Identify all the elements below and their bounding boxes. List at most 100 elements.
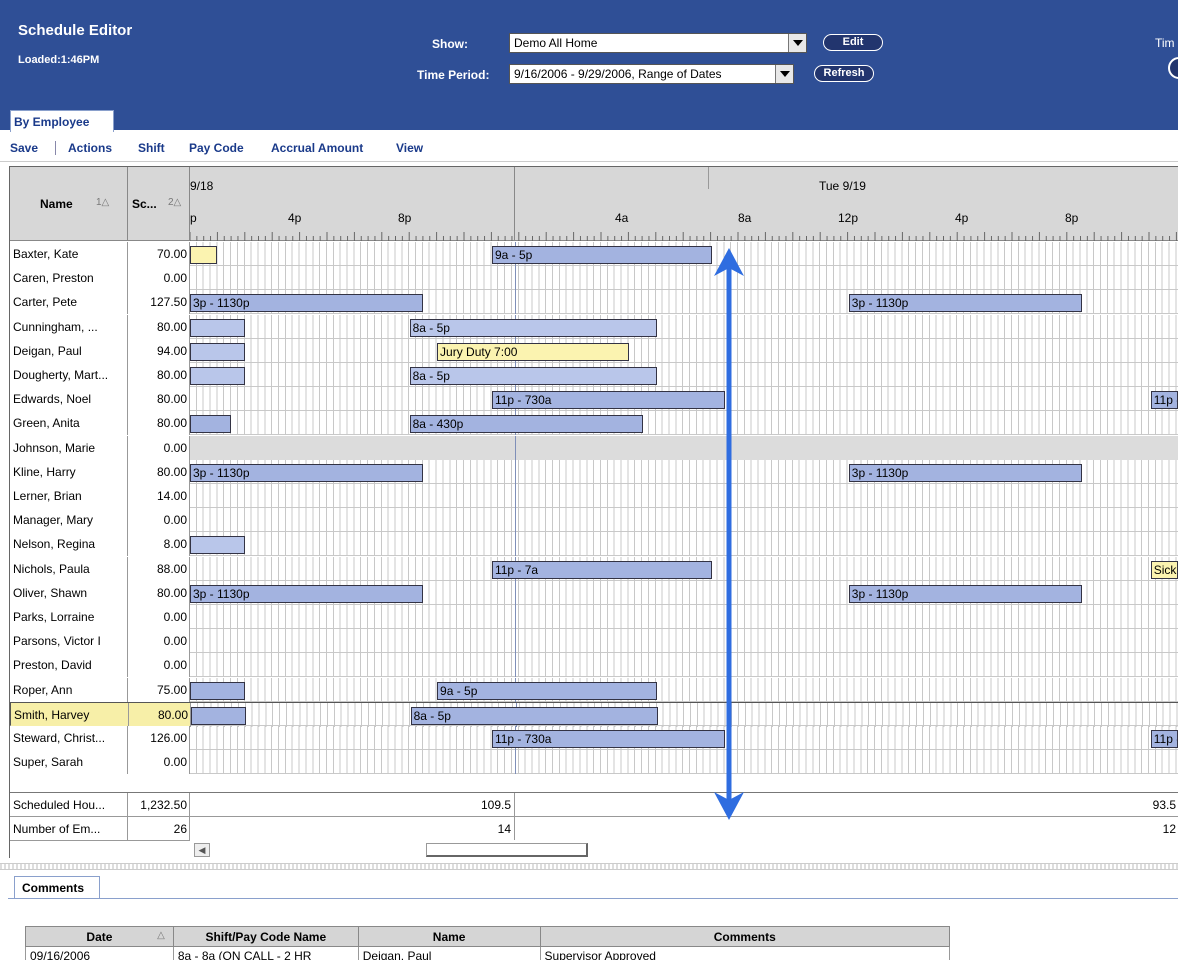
show-select[interactable]: Demo All Home (509, 33, 807, 53)
employee-name[interactable]: Steward, Christ... (10, 726, 128, 750)
employee-name[interactable]: Green, Anita (10, 411, 128, 436)
shift-bar[interactable] (190, 415, 232, 434)
timeline-cell[interactable]: 9a - 5p (190, 677, 1178, 702)
shift-bar[interactable]: 11p - 7a (491, 560, 712, 579)
menu-shift[interactable]: Shift (138, 141, 165, 155)
edit-button[interactable]: Edit (823, 34, 883, 51)
scroll-thumb[interactable] (426, 843, 588, 857)
menu-actions[interactable]: Actions (68, 141, 112, 155)
shift-bar[interactable]: 8a - 5p (410, 706, 658, 725)
shift-bar[interactable] (190, 536, 245, 555)
pay-code-bar[interactable]: Sick (1150, 560, 1178, 579)
employee-name[interactable]: Super, Sarah (10, 750, 128, 775)
shift-bar[interactable]: 9a - 5p (491, 246, 712, 264)
comments-col-comments[interactable]: Comments (539, 926, 951, 947)
employee-name[interactable]: Nichols, Paula (10, 556, 128, 581)
employee-name[interactable]: Lerner, Brian (10, 484, 128, 508)
scroll-left-icon[interactable]: ◀ (194, 843, 210, 857)
employee-name[interactable]: Roper, Ann (10, 677, 128, 702)
table-row[interactable]: Nichols, Paula 88.00 11p - 7a Sick (10, 556, 1178, 581)
menu-pay-code[interactable]: Pay Code (189, 141, 244, 155)
employee-name[interactable]: Caren, Preston (10, 266, 128, 291)
table-row[interactable]: Nelson, Regina 8.00 (10, 532, 1178, 557)
shift-bar[interactable]: 11p - 730a (491, 730, 726, 748)
timeline-cell[interactable] (190, 508, 1178, 533)
timeline-cell[interactable] (190, 484, 1178, 508)
shift-bar[interactable]: 3p - 1130p (190, 463, 424, 482)
menu-accrual-amount[interactable]: Accrual Amount (271, 141, 363, 155)
shift-bar[interactable]: 3p - 1130p (190, 294, 424, 313)
tab-by-employee[interactable]: By Employee (10, 110, 114, 132)
employee-name[interactable]: Baxter, Kate (10, 242, 128, 266)
shift-bar[interactable]: 3p - 1130p (848, 294, 1083, 313)
shift-bar[interactable] (190, 681, 245, 700)
shift-bar[interactable]: 8a - 430p (409, 415, 643, 434)
timeline-cell[interactable]: 9a - 5p (190, 242, 1178, 266)
employee-name[interactable]: Edwards, Noel (10, 387, 128, 412)
chevron-down-icon[interactable] (788, 34, 806, 52)
timeline-cell[interactable] (190, 605, 1178, 629)
circle-button-icon[interactable] (1168, 57, 1178, 79)
scheduled-column-header[interactable]: Sc... 2△ (128, 167, 190, 241)
time-period-select[interactable]: 9/16/2006 - 9/29/2006, Range of Dates (509, 64, 794, 84)
timeline-cell[interactable]: 3p - 1130p 3p - 1130p (190, 290, 1178, 315)
table-row[interactable]: Super, Sarah 0.00 (10, 750, 1178, 775)
employee-name[interactable]: Oliver, Shawn (10, 580, 128, 605)
table-row[interactable]: Smith, Harvey 80.00 8a - 5p (10, 701, 1178, 727)
table-row[interactable]: Baxter, Kate 70.00 9a - 5p (10, 242, 1178, 266)
shift-bar[interactable]: 3p - 1130p (848, 584, 1083, 603)
refresh-button[interactable]: Refresh (814, 65, 874, 82)
shift-bar[interactable]: 11p - (1150, 391, 1178, 410)
timeline-cell[interactable]: 8a - 430p (190, 411, 1178, 436)
employee-name[interactable]: Smith, Harvey (11, 702, 129, 727)
tab-comments[interactable]: Comments (14, 876, 100, 898)
timeline-cell[interactable]: Jury Duty 7:00 (190, 338, 1178, 363)
employee-name[interactable]: Carter, Pete (10, 290, 128, 315)
timeline-cell[interactable] (190, 532, 1178, 557)
shift-bar[interactable] (190, 318, 245, 337)
shift-bar[interactable]: 9a - 5p (437, 681, 657, 700)
horizontal-scrollbar[interactable]: ◀ (190, 840, 1178, 859)
timeline-cell[interactable]: 3p - 1130p 3p - 1130p (190, 459, 1178, 484)
comments-col-shift[interactable]: Shift/Pay Code Name (172, 926, 359, 947)
employee-name[interactable]: Cunningham, ... (10, 314, 128, 339)
name-column-header[interactable]: Name 1△ (10, 167, 128, 241)
shift-bar[interactable]: 3p - 1130p (190, 584, 424, 603)
table-row[interactable]: Edwards, Noel 80.00 11p - 730a 11p - (10, 387, 1178, 412)
pay-code-bar[interactable] (190, 246, 218, 264)
employee-name[interactable]: Dougherty, Mart... (10, 363, 128, 387)
employee-name[interactable]: Nelson, Regina (10, 532, 128, 557)
table-row[interactable]: Kline, Harry 80.00 3p - 1130p 3p - 1130p (10, 459, 1178, 484)
table-row[interactable]: Manager, Mary 0.00 (10, 508, 1178, 533)
table-row[interactable]: Carter, Pete 127.50 3p - 1130p 3p - 1130p (10, 290, 1178, 315)
table-row[interactable]: 09/16/2006 8a - 8a (ON CALL - 2 HR Deiga… (25, 946, 951, 960)
timeline-cell[interactable]: 11p - 7a Sick (190, 556, 1178, 581)
menu-view[interactable]: View (396, 141, 423, 155)
shift-bar[interactable]: 8a - 5p (409, 367, 657, 385)
menu-save[interactable]: Save (10, 141, 38, 155)
timeline-cell[interactable] (190, 435, 1178, 460)
timeline-cell[interactable]: 8a - 5p (190, 363, 1178, 387)
table-row[interactable]: Preston, David 0.00 (10, 653, 1178, 678)
table-row[interactable]: Parsons, Victor I 0.00 (10, 629, 1178, 654)
table-row[interactable]: Roper, Ann 75.00 9a - 5p (10, 677, 1178, 702)
table-row[interactable]: Green, Anita 80.00 8a - 430p (10, 411, 1178, 436)
shift-bar[interactable] (190, 367, 245, 385)
shift-bar[interactable]: 11p - (1150, 730, 1178, 748)
employee-name[interactable]: Manager, Mary (10, 508, 128, 533)
employee-name[interactable]: Johnson, Marie (10, 435, 128, 460)
timeline-cell[interactable] (190, 266, 1178, 291)
table-row[interactable]: Dougherty, Mart... 80.00 8a - 5p (10, 363, 1178, 387)
employee-name[interactable]: Deigan, Paul (10, 338, 128, 363)
comments-col-date[interactable]: Date △ (25, 926, 174, 947)
shift-bar[interactable] (190, 342, 245, 361)
employee-name[interactable]: Parks, Lorraine (10, 605, 128, 629)
timeline-cell[interactable] (190, 629, 1178, 654)
chevron-down-icon[interactable] (775, 65, 793, 83)
timeline-cell[interactable] (190, 750, 1178, 775)
table-row[interactable]: Lerner, Brian 14.00 (10, 484, 1178, 508)
timeline-cell[interactable]: 8a - 5p (191, 702, 1178, 727)
employee-name[interactable]: Preston, David (10, 653, 128, 678)
shift-bar[interactable]: 11p - 730a (491, 391, 726, 410)
employee-name[interactable]: Kline, Harry (10, 459, 128, 484)
